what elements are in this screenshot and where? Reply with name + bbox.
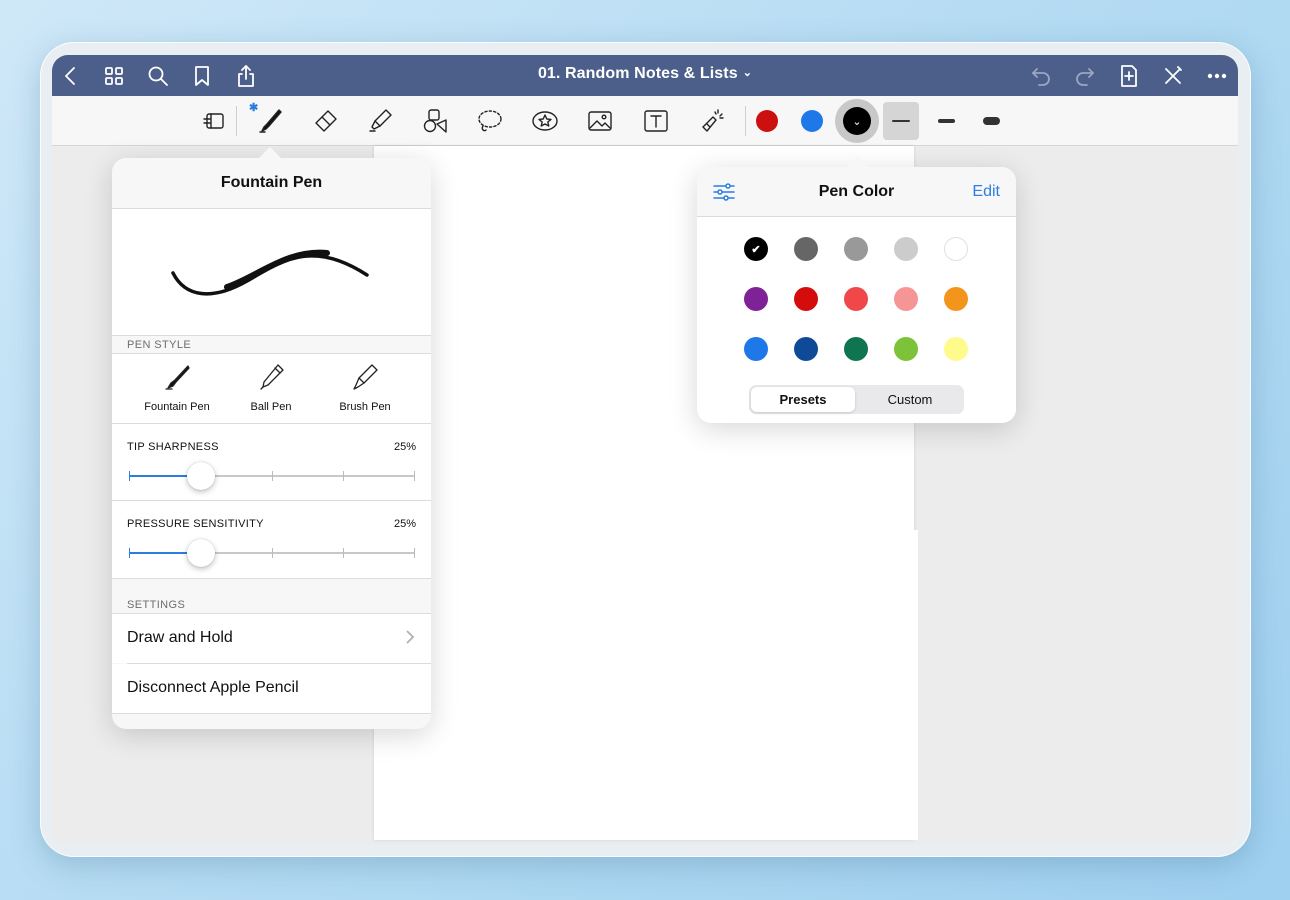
pressure-sensitivity-label: PRESSURE SENSITIVITY [127,518,264,530]
close-icon[interactable] [1160,63,1186,89]
popover-arrow [258,147,282,159]
presets-custom-segmented: Presets Custom [749,385,964,414]
ball-pen-icon [260,364,284,390]
draw-and-hold-row[interactable]: Draw and Hold [112,614,431,663]
slider-thumb[interactable] [186,462,215,490]
tip-sharpness-label: TIP SHARPNESS [127,441,219,453]
pen-icon[interactable] [253,104,287,138]
fountain-pen-option[interactable]: Fountain Pen [132,362,222,413]
undo-icon[interactable] [1028,63,1054,89]
color-swatch-yellow[interactable] [944,337,968,361]
chevron-down-icon: ⌄ [742,67,753,79]
divider [112,713,431,714]
draw-and-hold-label: Draw and Hold [127,629,233,646]
add-page-icon[interactable] [1116,63,1142,89]
slider-thumb[interactable] [186,539,215,567]
sticker-icon[interactable] [528,104,562,138]
width-medium[interactable] [928,110,964,132]
width-thick[interactable] [973,110,1009,132]
navigation-bar: 01. Random Notes & Lists ⌄ [52,55,1238,96]
slider-tick [129,471,130,481]
text-icon[interactable] [639,104,673,138]
read-only-icon[interactable] [198,104,232,138]
brush-pen-icon [353,364,378,390]
tip-sharpness-slider[interactable] [129,462,415,490]
color-swatch-green[interactable] [844,337,868,361]
selected-color-button[interactable]: ⌄ [835,99,879,143]
color-swatch-coral-red[interactable] [844,287,868,311]
slider-tick [129,548,130,558]
tools-toolbar: ✱ ⌄ [52,96,1238,146]
width-thin[interactable] [883,102,919,140]
toolbar-divider [236,106,237,136]
pen-panel-title: Fountain Pen [220,174,323,191]
highlighter-icon[interactable] [363,104,397,138]
document-title-text: 01. Random Notes & Lists [537,65,738,82]
color-swatch-blue[interactable] [744,337,768,361]
fountain-pen-icon [165,365,190,390]
pressure-sensitivity-value: 25% [393,518,416,530]
slider-tick [414,471,415,481]
tip-sharpness-value: 25% [393,441,416,453]
app-screen: 01. Random Notes & Lists ⌄ ✱ ⌄ Fountain … [52,55,1238,845]
color-swatch-dark-gray[interactable] [794,237,818,261]
eraser-icon[interactable] [308,104,342,138]
color-swatch-navy[interactable] [794,337,818,361]
color-panel-title: Pen Color [818,183,895,200]
image-icon[interactable] [583,104,617,138]
quick-color-blue[interactable] [801,110,823,132]
document-title[interactable]: 01. Random Notes & Lists ⌄ [52,65,1238,83]
slider-tick [343,548,344,558]
shapes-icon[interactable] [418,104,452,138]
slider-tick [343,471,344,481]
color-swatch-pink[interactable] [894,287,918,311]
style-label: Fountain Pen [144,401,210,413]
color-swatch-lime[interactable] [894,337,918,361]
color-grid: Presets Custom ✔ [697,217,1016,423]
disconnect-pencil-row[interactable]: Disconnect Apple Pencil [112,664,431,713]
brush-pen-option[interactable]: Brush Pen [320,362,410,413]
slider-tick [414,548,415,558]
toolbar-divider [745,106,746,136]
color-swatch-orange[interactable] [944,287,968,311]
redo-icon[interactable] [1072,63,1098,89]
quick-color-red[interactable] [756,110,778,132]
pen-style-row: Fountain Pen Ball Pen Brush Pen [112,354,431,424]
pressure-sensitivity-slider[interactable] [129,539,415,567]
color-swatch-white[interactable] [944,237,968,261]
pen-settings-popover: Fountain Pen PEN STYLE Fountain Pen Ball… [112,147,431,729]
stroke-preview [112,209,431,335]
divider [112,335,431,336]
chevron-down-icon: ⌄ [843,107,871,135]
ball-pen-option[interactable]: Ball Pen [226,362,316,413]
disconnect-pencil-label: Disconnect Apple Pencil [127,679,299,696]
style-label: Ball Pen [250,401,292,413]
chevron-right-icon [405,629,415,645]
pen-style-header: PEN STYLE [127,339,192,351]
divider [112,578,431,579]
popover-arrow [845,156,869,168]
lasso-icon[interactable] [473,104,507,138]
tip-sharpness-block: TIP SHARPNESS 25% [112,424,431,501]
color-swatch-red[interactable] [794,287,818,311]
stroke-preview-curve [171,249,369,296]
more-icon[interactable] [1204,63,1230,89]
custom-tab[interactable]: Custom [858,387,962,412]
edit-button[interactable]: Edit [972,183,1000,201]
color-swatch-black[interactable]: ✔ [744,237,768,261]
style-label: Brush Pen [339,401,391,413]
pen-color-popover: Pen Color Edit Presets Custom ✔ [697,156,1016,423]
color-swatch-light-gray[interactable] [894,237,918,261]
page-edge [914,530,918,840]
color-swatch-gray[interactable] [844,237,868,261]
laser-pointer-icon[interactable] [695,104,729,138]
pressure-sensitivity-block: PRESSURE SENSITIVITY 25% [112,501,431,578]
slider-tick [272,471,273,481]
color-swatch-purple[interactable] [744,287,768,311]
checkmark-icon: ✔ [751,243,761,256]
settings-header: SETTINGS [127,599,186,611]
presets-tab[interactable]: Presets [751,387,855,412]
slider-tick [272,548,273,558]
